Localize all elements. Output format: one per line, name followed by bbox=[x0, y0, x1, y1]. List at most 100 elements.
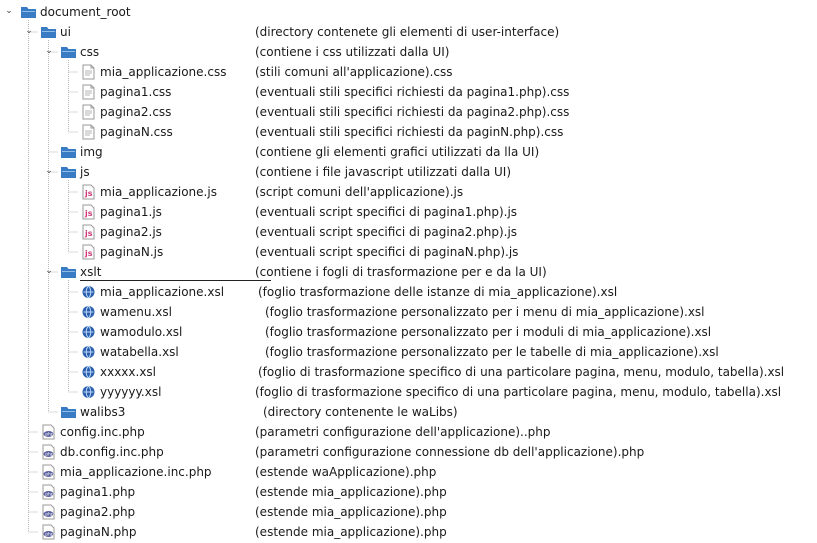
tree-row[interactable]: php db.config.inc.php (parametri configura… bbox=[0, 442, 817, 462]
folder-icon bbox=[60, 264, 77, 280]
folder-icon bbox=[60, 164, 77, 180]
tree-item-description: (parametri configurazione dell'applicazi… bbox=[255, 425, 551, 439]
tree-row[interactable]: paginaN.css (eventuali stili specifici ri… bbox=[0, 122, 817, 142]
xsl-file-icon bbox=[80, 324, 97, 340]
tree-item-description: (directory contenente le waLibs) bbox=[263, 405, 458, 419]
chevron-down-icon[interactable]: ⌄ bbox=[44, 165, 54, 177]
tree-item-label[interactable]: pagina2.php bbox=[60, 504, 135, 520]
tree-item-description: (estende waApplicazione).php bbox=[255, 465, 437, 479]
tree-row[interactable]: js pagina1.js (eventuali script specifici … bbox=[0, 202, 817, 222]
tree-item-description: (stili comuni all'applicazione).css bbox=[255, 65, 453, 79]
tree-item-label[interactable]: mia_applicazione.xsl bbox=[100, 284, 224, 300]
tree-item-label[interactable]: mia_applicazione.css bbox=[100, 64, 226, 80]
tree-row[interactable]: php mia_applicazione.inc.php (estende waAp… bbox=[0, 462, 817, 482]
tree-row[interactable]: ⌄ document_root bbox=[0, 2, 817, 22]
tree-row[interactable]: js mia_applicazione.js (script comuni dell… bbox=[0, 182, 817, 202]
svg-text:js: js bbox=[84, 189, 93, 198]
tree-row[interactable]: wamodulo.xsl (foglio trasformazione perso… bbox=[0, 322, 817, 342]
tree-item-label[interactable]: wamenu.xsl bbox=[100, 304, 172, 320]
chevron-down-icon[interactable]: ⌄ bbox=[4, 5, 14, 17]
svg-text:js: js bbox=[84, 229, 93, 238]
folder-icon bbox=[20, 4, 37, 20]
tree-item-description: (contiene i file javascript utilizzati d… bbox=[255, 165, 512, 179]
xsl-file-icon bbox=[80, 344, 97, 360]
tree-item-label[interactable]: mia_applicazione.js bbox=[100, 184, 217, 200]
tree-row[interactable]: php pagina1.php (estende mia_applicazione)… bbox=[0, 482, 817, 502]
tree-row[interactable]: pagina2.css (eventuali stili specifici ri… bbox=[0, 102, 817, 122]
tree-row[interactable]: yyyyyy.xsl (foglio di trasformazione spec… bbox=[0, 382, 817, 402]
tree-item-description: (directory contenete gli elementi di use… bbox=[255, 25, 560, 39]
tree-row[interactable]: ⌄ ui (directory contenete gli elementi di … bbox=[0, 22, 817, 42]
svg-text:php: php bbox=[45, 452, 54, 458]
tree-item-label[interactable]: paginaN.php bbox=[60, 524, 137, 540]
file-tree: ⌄ document_root ⌄ ui (directory contenete gl… bbox=[0, 0, 817, 542]
tree-item-label[interactable]: xslt bbox=[80, 264, 272, 281]
tree-row[interactable]: js pagina2.js (eventuali script specifici … bbox=[0, 222, 817, 242]
tree-item-description: (eventuali stili specifici richiesti da … bbox=[255, 105, 570, 119]
php-file-icon: php bbox=[40, 424, 57, 440]
tree-item-description: (eventuali stili specifici richiesti da … bbox=[255, 125, 564, 139]
tree-row[interactable]: ⌄ js (contiene i file javascript utilizzat… bbox=[0, 162, 817, 182]
svg-text:js: js bbox=[84, 249, 93, 258]
tree-item-description: (foglio trasformazione delle istanze di … bbox=[258, 285, 618, 299]
tree-item-label[interactable]: config.inc.php bbox=[60, 424, 145, 440]
tree-item-label[interactable]: mia_applicazione.inc.php bbox=[60, 464, 212, 480]
xsl-file-icon bbox=[80, 304, 97, 320]
svg-text:php: php bbox=[45, 492, 54, 498]
tree-row[interactable]: ⌄ xslt (contiene i fogli di trasformazione… bbox=[0, 262, 817, 282]
tree-item-label[interactable]: watabella.xsl bbox=[100, 344, 179, 360]
tree-row[interactable]: php paginaN.php (estende mia_applicazione)… bbox=[0, 522, 817, 542]
tree-item-label[interactable]: document_root bbox=[40, 4, 131, 20]
chevron-down-icon[interactable]: ⌄ bbox=[24, 25, 34, 37]
tree-item-label[interactable]: img bbox=[80, 144, 103, 160]
tree-row[interactable]: js paginaN.js (eventuali script specifici … bbox=[0, 242, 817, 262]
tree-item-label[interactable]: paginaN.js bbox=[100, 244, 163, 260]
tree-item-description: (estende mia_applicazione).php bbox=[255, 525, 447, 539]
css-file-icon bbox=[80, 64, 97, 80]
css-file-icon bbox=[80, 124, 97, 140]
tree-item-label[interactable]: pagina1.js bbox=[100, 204, 162, 220]
tree-item-label[interactable]: js bbox=[80, 164, 90, 180]
tree-row[interactable]: php pagina2.php (estende mia_applicazione)… bbox=[0, 502, 817, 522]
xsl-file-icon bbox=[80, 284, 97, 300]
svg-text:php: php bbox=[45, 472, 54, 478]
tree-row[interactable]: ⌄ css (contiene i css utilizzati dalla UI) bbox=[0, 42, 817, 62]
tree-item-label[interactable]: pagina1.css bbox=[100, 84, 171, 100]
tree-row[interactable]: mia_applicazione.css (stili comuni all'ap… bbox=[0, 62, 817, 82]
svg-text:js: js bbox=[84, 209, 93, 218]
tree-item-label[interactable]: pagina2.js bbox=[100, 224, 162, 240]
tree-item-description: (foglio di trasformazione specifico di u… bbox=[258, 365, 785, 379]
tree-row[interactable]: xxxxx.xsl (foglio di trasformazione speci… bbox=[0, 362, 817, 382]
tree-item-description: (contiene i fogli di trasformazione per … bbox=[255, 265, 547, 279]
svg-text:php: php bbox=[45, 432, 54, 438]
tree-item-label[interactable]: db.config.inc.php bbox=[60, 444, 164, 460]
tree-item-label[interactable]: css bbox=[80, 44, 99, 60]
tree-item-label[interactable]: paginaN.css bbox=[100, 124, 173, 140]
tree-item-description: (foglio trasformazione personalizzato pe… bbox=[265, 305, 705, 319]
js-file-icon: js bbox=[80, 244, 97, 260]
folder-icon bbox=[60, 144, 77, 160]
tree-row[interactable]: php config.inc.php (parametri configurazio… bbox=[0, 422, 817, 442]
tree-item-description: (estende mia_applicazione).php bbox=[255, 485, 447, 499]
tree-item-label[interactable]: ui bbox=[60, 24, 71, 40]
tree-row[interactable]: watabella.xsl (foglio trasformazione pers… bbox=[0, 342, 817, 362]
chevron-down-icon[interactable]: ⌄ bbox=[44, 45, 54, 57]
tree-row[interactable]: mia_applicazione.xsl (foglio trasformazio… bbox=[0, 282, 817, 302]
tree-row[interactable]: img (contiene gli elementi grafici utiliz… bbox=[0, 142, 817, 162]
js-file-icon: js bbox=[80, 184, 97, 200]
chevron-down-icon[interactable]: ⌄ bbox=[44, 265, 54, 277]
tree-item-label[interactable]: walibs3 bbox=[80, 404, 125, 420]
svg-text:php: php bbox=[45, 512, 54, 518]
tree-item-label[interactable]: yyyyyy.xsl bbox=[100, 384, 161, 400]
tree-row[interactable]: pagina1.css (eventuali stili specifici ri… bbox=[0, 82, 817, 102]
tree-item-label[interactable]: xxxxx.xsl bbox=[100, 364, 156, 380]
tree-item-description: (parametri configurazione connessione db… bbox=[255, 445, 645, 459]
tree-item-description: (contiene i css utilizzati dalla UI) bbox=[255, 45, 450, 59]
php-file-icon: php bbox=[40, 504, 57, 520]
tree-item-label[interactable]: pagina2.css bbox=[100, 104, 171, 120]
folder-icon bbox=[40, 24, 57, 40]
tree-item-label[interactable]: wamodulo.xsl bbox=[100, 324, 182, 340]
tree-item-label[interactable]: pagina1.php bbox=[60, 484, 135, 500]
tree-row[interactable]: wamenu.xsl (foglio trasformazione persona… bbox=[0, 302, 817, 322]
tree-row[interactable]: walibs3 (directory contenente le waLibs) bbox=[0, 402, 817, 422]
